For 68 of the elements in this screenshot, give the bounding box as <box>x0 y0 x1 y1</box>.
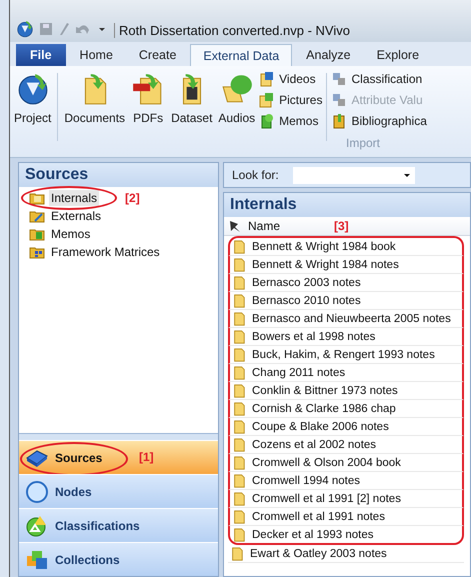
dropdown-icon[interactable] <box>402 171 411 179</box>
document-icon <box>232 240 246 254</box>
tree-item[interactable]: Internals <box>49 190 100 206</box>
document-icon <box>232 528 246 542</box>
document-icon <box>232 402 246 416</box>
annotation-label: [2] <box>125 191 140 205</box>
picture-icon <box>259 92 276 108</box>
document-icon <box>232 294 246 308</box>
ribbon-button[interactable]: Documents <box>62 71 128 126</box>
panel-title: Sources <box>19 163 218 187</box>
dropdown-icon[interactable] <box>98 25 106 33</box>
document-icon <box>232 438 246 452</box>
ribbon-tab[interactable]: Explore <box>364 44 432 66</box>
group-label: Import <box>346 136 380 150</box>
document-icon <box>232 456 246 470</box>
navigation-button[interactable]: Classifications <box>19 508 218 542</box>
memo-icon <box>259 113 276 129</box>
ribbon-button[interactable]: Bibliographica <box>331 113 427 129</box>
document-icon <box>232 276 246 290</box>
document-icon <box>232 384 246 398</box>
tree-item[interactable]: Memos <box>49 226 92 242</box>
sphere-icon <box>25 480 49 504</box>
ribbon-button[interactable]: Pictures <box>259 92 322 108</box>
classification-icon <box>331 71 348 87</box>
document-icon <box>232 492 246 506</box>
ribbon-button[interactable]: PDFs <box>129 71 168 126</box>
ribbon-tab[interactable]: External Data <box>190 44 292 66</box>
window-title: Roth Dissertation converted.nvp - NVivo <box>114 23 350 38</box>
ribbon-button[interactable]: Dataset <box>169 71 214 126</box>
navigation-button[interactable]: Collections <box>19 542 218 576</box>
classifications-icon <box>25 514 49 538</box>
search-field[interactable] <box>292 166 415 184</box>
pen-icon[interactable] <box>58 22 70 36</box>
video-icon <box>259 71 276 87</box>
save-icon[interactable] <box>39 22 53 36</box>
search-label: Look for: <box>232 168 279 182</box>
tree-item[interactable]: Framework Matrices <box>49 244 162 260</box>
classification-icon <box>331 92 348 108</box>
annotation-label: [3] <box>334 219 349 233</box>
annotation-label: [1] <box>139 450 154 464</box>
list-item[interactable]: Ewart & Oatley 2003 notes <box>250 548 387 560</box>
ribbon-button[interactable]: Memos <box>259 113 322 129</box>
document-icon <box>232 420 246 434</box>
globe-icon <box>16 20 34 38</box>
document-icon <box>232 258 246 272</box>
bibliography-icon <box>331 113 348 129</box>
document-icon <box>232 348 246 362</box>
document-icon <box>230 546 244 560</box>
ribbon-tab[interactable]: Analyze <box>294 44 363 66</box>
splitter-handle[interactable] <box>19 433 218 440</box>
ribbon-tab[interactable]: Home <box>68 44 125 66</box>
pin-icon[interactable] <box>228 219 242 233</box>
ribbon-button[interactable]: Videos <box>259 71 322 87</box>
ribbon-button[interactable]: Classification <box>331 71 427 87</box>
file-tab[interactable]: File <box>16 44 66 66</box>
tree-item[interactable]: Externals <box>49 208 104 224</box>
globe-icon <box>16 72 50 106</box>
column-header[interactable]: Name <box>248 219 280 233</box>
ribbon-button[interactable]: Project <box>12 71 54 126</box>
document-icon <box>232 312 246 326</box>
navigation-button[interactable]: Nodes <box>19 474 218 508</box>
document-icon <box>232 330 246 344</box>
ribbon-button[interactable]: Audios <box>216 71 258 126</box>
document-icon <box>232 366 246 380</box>
document-icon <box>232 474 246 488</box>
document-icon <box>232 510 246 524</box>
ribbon-tab[interactable]: Create <box>126 44 188 66</box>
panel-title: Internals <box>224 193 470 217</box>
